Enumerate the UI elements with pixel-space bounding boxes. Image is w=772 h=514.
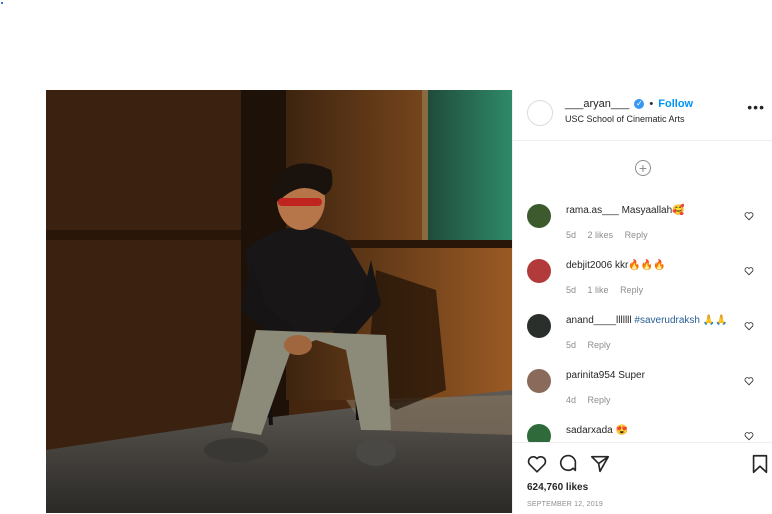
comment-hashtag[interactable]: #saverudraksh (634, 315, 700, 326)
post-photo[interactable] (46, 90, 512, 513)
heart-icon[interactable] (744, 431, 754, 441)
reply-button[interactable]: Reply (588, 395, 611, 405)
comment-body: Masyaallah (621, 205, 673, 216)
comment-text: anand____lllllll #saverudraksh 🙏🙏 (566, 315, 728, 326)
list-item: parinita954 Super 4d Reply (513, 359, 772, 414)
author-row: ___aryan___ ✓ • Follow (565, 98, 693, 110)
list-item: rama.as___ Masyaallah🥰 5d 2 likes Reply (513, 194, 772, 249)
comment-icon[interactable] (557, 453, 579, 475)
add-circle-icon[interactable]: + (635, 160, 651, 176)
commenter-avatar[interactable] (527, 424, 551, 442)
bookmark-icon[interactable] (749, 453, 771, 475)
comment-age: 5d (566, 340, 577, 350)
verified-badge-icon: ✓ (634, 99, 645, 110)
post-date: SEPTEMBER 12, 2019 (527, 501, 603, 508)
more-options-icon[interactable]: ••• (747, 100, 765, 114)
separator: • (649, 98, 654, 110)
comment-username[interactable]: debjit2006 (566, 260, 612, 271)
likes-count[interactable]: 624,760 likes (527, 482, 588, 493)
comment-emoji: 😍 (615, 425, 628, 436)
comment-username[interactable]: rama.as___ (566, 205, 619, 216)
post-details-panel: ___aryan___ ✓ • Follow USC School of Cin… (512, 90, 772, 513)
commenter-avatar[interactable] (527, 314, 551, 338)
comment-emoji: 🙏🙏 (702, 315, 728, 326)
comment-username[interactable]: anand____lllllll (566, 315, 632, 326)
comment-meta: 5d 2 likes Reply (566, 230, 657, 240)
list-item: anand____lllllll #saverudraksh 🙏🙏 5d Rep… (513, 304, 772, 359)
comment-meta: 5d 1 like Reply (566, 285, 652, 295)
comment-text: debjit2006 kkr🔥🔥🔥 (566, 260, 666, 271)
heart-icon[interactable] (744, 211, 754, 221)
corner-marker (1, 2, 3, 4)
list-item: debjit2006 kkr🔥🔥🔥 5d 1 like Reply (513, 249, 772, 304)
reply-button[interactable]: Reply (625, 230, 648, 240)
author-username[interactable]: ___aryan___ (565, 98, 629, 110)
comment-body: kkr (614, 260, 629, 271)
comment-meta: 5d Reply (566, 340, 620, 350)
comment-text: sadarxada 😍 (566, 425, 628, 436)
reply-button[interactable]: Reply (588, 340, 611, 350)
comment-username[interactable]: sadarxada (566, 425, 613, 436)
heart-icon[interactable] (744, 376, 754, 386)
comment-likes[interactable]: 1 like (588, 285, 609, 295)
heart-icon[interactable] (744, 321, 754, 331)
comment-meta: 4d Reply (566, 395, 620, 405)
post-actions: 624,760 likes SEPTEMBER 12, 2019 (513, 442, 772, 514)
comment-body: Super (618, 370, 645, 381)
reply-button[interactable]: Reply (620, 285, 643, 295)
commenter-avatar[interactable] (527, 259, 551, 283)
heart-icon[interactable] (526, 453, 548, 475)
comment-age: 5d (566, 285, 577, 295)
comment-likes[interactable]: 2 likes (588, 230, 614, 240)
list-item: sadarxada 😍 (513, 414, 772, 442)
comment-age: 5d (566, 230, 577, 240)
share-icon[interactable] (589, 453, 611, 475)
comment-emoji: 🔥🔥🔥 (628, 260, 666, 271)
post-location[interactable]: USC School of Cinematic Arts (565, 114, 685, 124)
comment-text: rama.as___ Masyaallah🥰 (566, 205, 685, 216)
comment-age: 4d (566, 395, 577, 405)
follow-button[interactable]: Follow (658, 98, 693, 110)
post-image (46, 90, 512, 513)
comment-text: parinita954 Super (566, 370, 645, 381)
comments-list[interactable]: rama.as___ Masyaallah🥰 5d 2 likes Reply … (513, 194, 772, 442)
comment-username[interactable]: parinita954 (566, 370, 615, 381)
commenter-avatar[interactable] (527, 204, 551, 228)
heart-icon[interactable] (744, 266, 754, 276)
comment-emoji: 🥰 (672, 205, 685, 216)
post-header: ___aryan___ ✓ • Follow USC School of Cin… (513, 90, 772, 141)
author-avatar[interactable] (527, 100, 553, 126)
commenter-avatar[interactable] (527, 369, 551, 393)
